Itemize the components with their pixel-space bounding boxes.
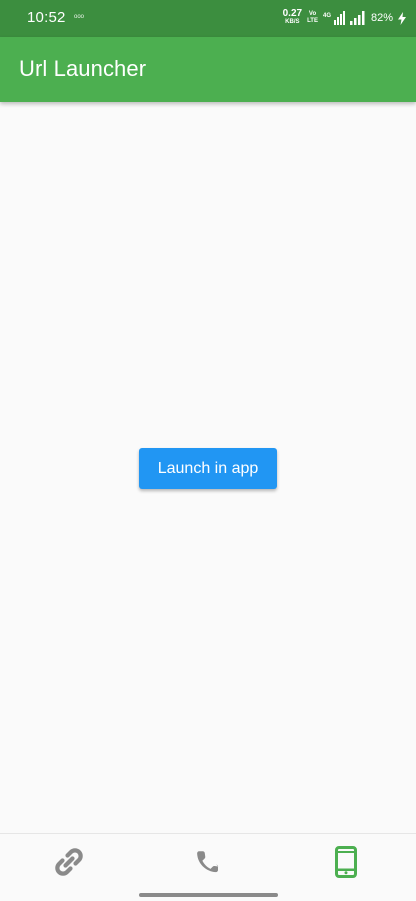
nav-item-phone[interactable]: [178, 842, 238, 882]
notification-indicator: ооо: [74, 14, 85, 20]
phone-icon: [197, 851, 219, 873]
network-speed: 0.27 KB/S: [282, 8, 303, 26]
page-title: Url Launcher: [19, 56, 147, 81]
app-bar: Url Launcher: [0, 37, 416, 102]
status-bar: 10:52 ооо 0.27 KB/S Vo LTE 4G 82%: [0, 0, 416, 37]
signal-icon: [349, 11, 365, 25]
signal-4g-icon: 4G: [323, 11, 345, 25]
status-icons: 0.27 KB/S Vo LTE 4G 82%: [283, 8, 406, 28]
smartphone-icon: [335, 846, 357, 878]
link-icon: [55, 848, 83, 876]
home-indicator[interactable]: [139, 893, 278, 897]
network-type-label: 4G: [323, 13, 331, 19]
launch-in-app-button[interactable]: Launch in app: [139, 448, 277, 489]
bottom-navigation: [0, 833, 416, 901]
status-time: 10:52: [27, 9, 66, 26]
volte-top: Vo: [308, 11, 317, 17]
nav-item-smartphone[interactable]: [316, 842, 376, 882]
network-speed-value: 0.27: [282, 8, 303, 19]
volte-bottom: LTE: [307, 18, 318, 24]
charging-icon: [398, 11, 406, 25]
battery-percentage: 82%: [370, 12, 393, 24]
nav-item-link[interactable]: [39, 842, 99, 882]
network-speed-unit: KB/S: [285, 19, 300, 25]
volte-indicator: Vo LTE: [307, 11, 318, 25]
